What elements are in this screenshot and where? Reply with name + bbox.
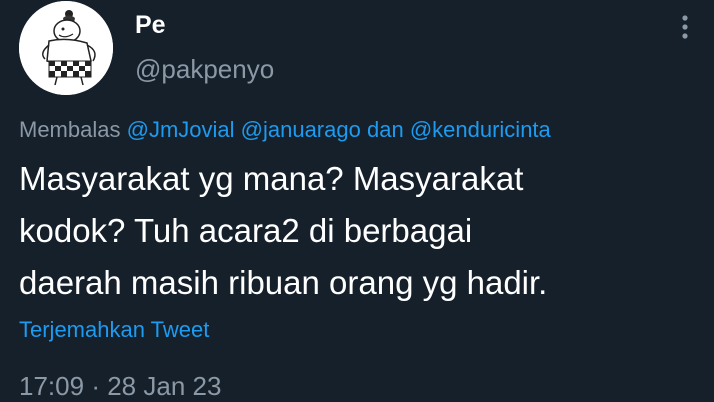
reply-connector[interactable]: dan — [367, 117, 404, 142]
mention-link[interactable]: @januarago — [241, 117, 361, 142]
mention-link[interactable]: @kenduricinta — [410, 117, 551, 142]
avatar-illustration — [19, 1, 113, 95]
tweet-timestamp[interactable]: 17:09 · 28 Jan 23 — [19, 371, 221, 402]
tweet-detail: Pe @pakpenyo Membalas @JmJovial @januara… — [0, 0, 714, 402]
tweet-date: 28 Jan 23 — [107, 371, 222, 401]
tweet-text-line: kodok? Tuh acara2 di berbagai — [19, 212, 473, 249]
meta-separator: · — [91, 371, 100, 401]
author-handle[interactable]: @pakpenyo — [135, 54, 274, 85]
tweet-text-line: daerah masih ribuan orang yg hadir. — [19, 264, 548, 301]
tweet-time: 17:09 — [19, 371, 85, 401]
more-vertical-icon[interactable] — [674, 14, 696, 40]
tweet-text-line: Masyarakat yg mana? Masyarakat — [19, 160, 524, 197]
reply-prefix: Membalas — [19, 117, 121, 142]
tweet-text: Masyarakat yg mana? Masyarakat kodok? Tu… — [19, 153, 709, 309]
reply-context: Membalas @JmJovial @januarago dan @kendu… — [19, 117, 551, 143]
translate-tweet-link[interactable]: Terjemahkan Tweet — [19, 317, 209, 343]
mention-link[interactable]: @JmJovial — [127, 117, 235, 142]
author-display-name[interactable]: Pe — [135, 11, 166, 40]
avatar[interactable] — [19, 1, 113, 95]
